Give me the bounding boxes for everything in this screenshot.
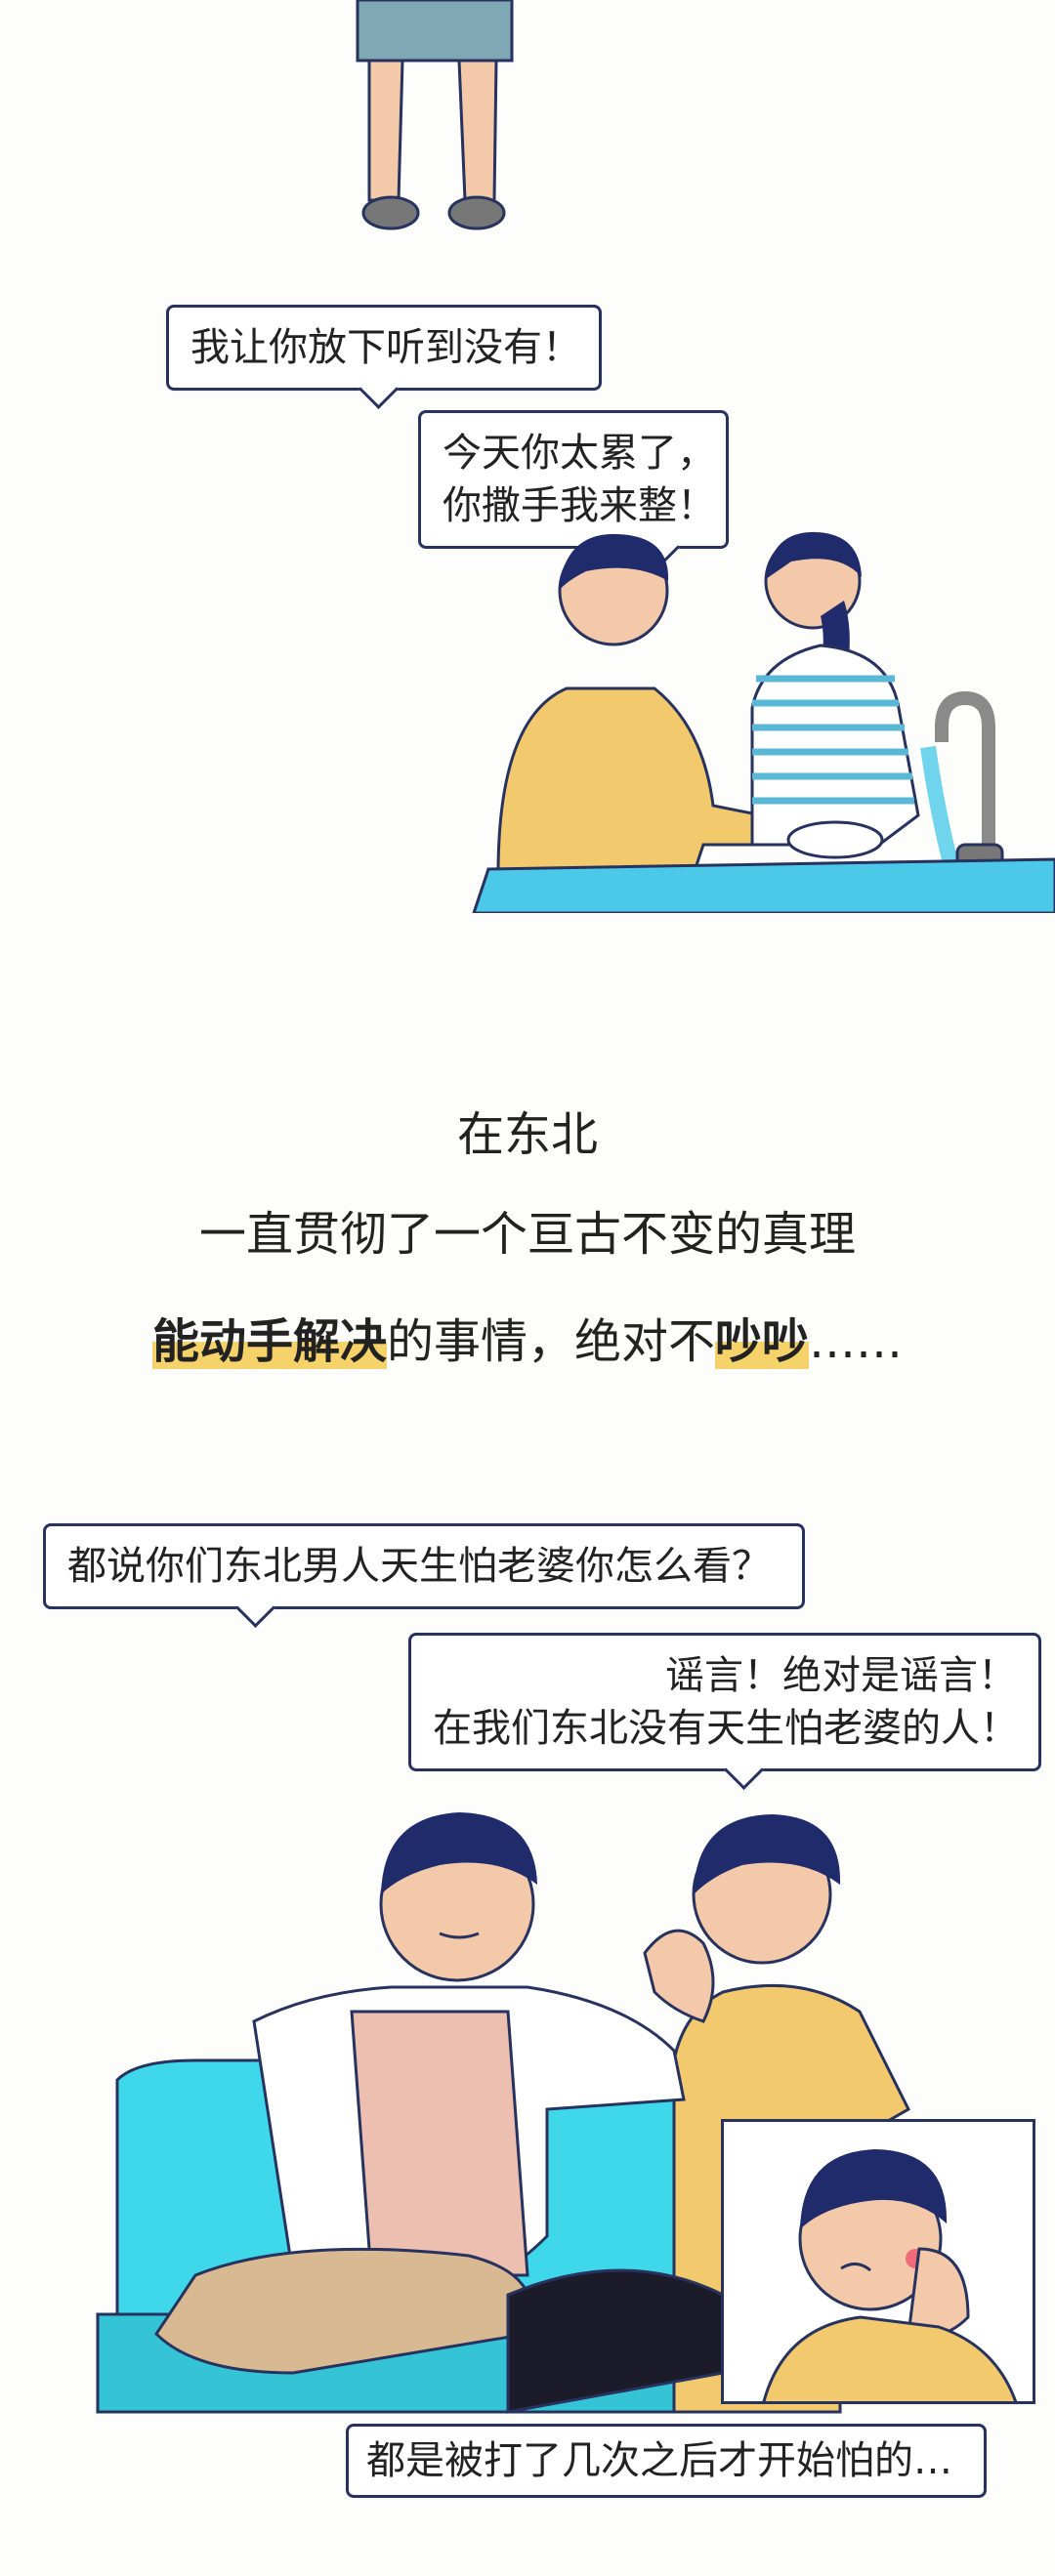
caption-text: 的事情，绝对不: [386, 1314, 715, 1369]
highlight-phrase-1: 能动手解决: [151, 1314, 387, 1369]
caption-line-1: 在东北: [456, 1107, 598, 1162]
caption-ellipsis: ……: [809, 1314, 904, 1369]
speech-bubble-question: 都说你们东北男人天生怕老婆你怎么看？: [43, 1523, 805, 1629]
bubble-tail: [234, 1587, 276, 1629]
speech-text: 都说你们东北男人天生怕老婆你怎么看？: [67, 1544, 771, 1589]
kitchen-couple-illustration: [472, 531, 1055, 913]
speech-text-line2: 在我们东北没有天生怕老婆的人！: [433, 1706, 1019, 1751]
crying-man-illustration: [762, 2149, 1018, 2401]
speech-text: 我让你放下听到没有！: [190, 325, 581, 370]
caption-line-3: 能动手解决的事情，绝对不吵吵……: [0, 1310, 1055, 1373]
caption-line-2: 一直贯彻了一个亘古不变的真理: [198, 1207, 856, 1262]
inset-caption-bubble: 都是被打了几次之后才开始怕的…: [346, 2424, 987, 2498]
standing-legs-illustration: [356, 0, 514, 230]
inset-panel: [721, 2119, 1035, 2404]
speech-text-line1: 谣言！绝对是谣言！: [665, 1653, 1017, 1698]
bubble-tail: [723, 1749, 765, 1791]
inset-caption-text: 都是被打了几次之后才开始怕的…: [366, 2438, 952, 2483]
speech-text-line1: 今天你太累了，: [443, 431, 716, 476]
speech-bubble-order: 我让你放下听到没有！: [166, 305, 602, 410]
speech-bubble-answer: 谣言！绝对是谣言！ 在我们东北没有天生怕老婆的人！: [408, 1633, 1041, 1791]
bubble-tail: [358, 368, 400, 410]
highlight-phrase-2: 吵吵: [715, 1314, 810, 1369]
